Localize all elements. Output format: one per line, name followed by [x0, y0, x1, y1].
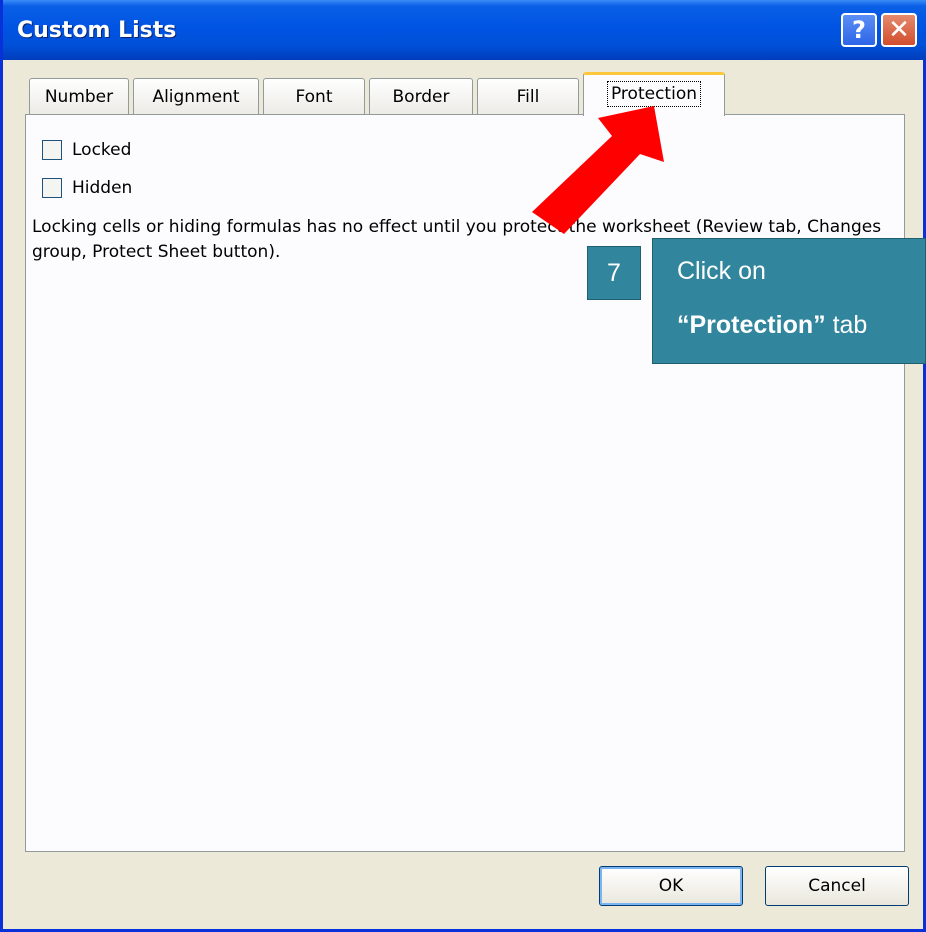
help-button[interactable]: ?: [841, 13, 877, 47]
callout-line-2-rest: tab: [825, 311, 868, 339]
format-cells-dialog: Custom Lists ? ✕ Number Alignment Font B…: [0, 0, 926, 932]
dialog-title: Custom Lists: [17, 18, 177, 43]
step-number-badge: 7: [587, 246, 641, 300]
cancel-button[interactable]: Cancel: [765, 866, 909, 906]
locked-label: Locked: [72, 140, 132, 160]
callout-bold-text: “Protection”: [677, 311, 826, 339]
locked-checkbox[interactable]: [42, 140, 62, 160]
tab-font[interactable]: Font: [263, 78, 365, 114]
callout-line-1: Click on: [677, 257, 766, 285]
help-icon: ?: [852, 16, 866, 44]
close-button[interactable]: ✕: [881, 13, 917, 47]
title-bar[interactable]: Custom Lists ? ✕: [3, 0, 926, 60]
arrow-shape: [532, 106, 664, 234]
protection-panel: Locked Hidden Locking cells or hiding fo…: [25, 114, 905, 852]
ok-button[interactable]: OK: [599, 866, 743, 906]
tab-border[interactable]: Border: [369, 78, 473, 114]
hidden-label: Hidden: [72, 178, 133, 198]
tab-alignment[interactable]: Alignment: [133, 78, 259, 114]
tab-number[interactable]: Number: [29, 78, 129, 114]
hidden-checkbox[interactable]: [42, 178, 62, 198]
instruction-callout: Click on “Protection” tab: [652, 238, 926, 364]
callout-line-2: “Protection” tab: [677, 311, 867, 340]
close-icon: ✕: [888, 15, 910, 45]
pointer-arrow-icon: [532, 106, 664, 234]
